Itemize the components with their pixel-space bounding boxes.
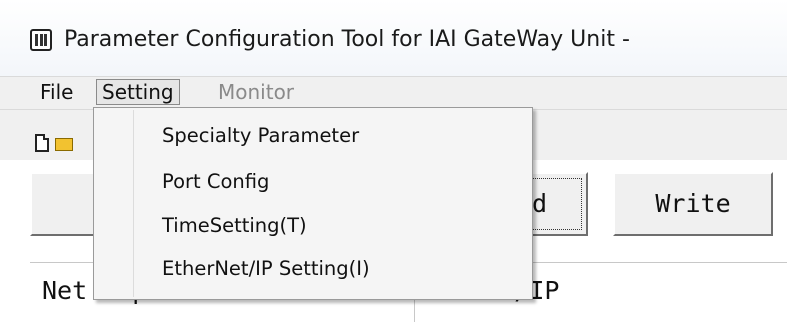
menu-item-ethernet-ip-setting[interactable]: EtherNet/IP Setting(I): [96, 247, 530, 291]
new-file-icon[interactable]: [35, 134, 49, 152]
open-folder-icon[interactable]: [55, 138, 73, 151]
read-button-label: d: [532, 189, 548, 218]
menu-bar: File Setting Monitor: [0, 76, 787, 110]
menu-item-specialty-parameter[interactable]: Specialty Parameter: [96, 114, 530, 158]
window-title: Parameter Configuration Tool for IAI Gat…: [64, 27, 630, 52]
write-button[interactable]: Write: [613, 172, 773, 236]
menu-setting[interactable]: Setting: [96, 79, 180, 105]
menu-monitor[interactable]: Monitor: [213, 79, 299, 105]
app-grid-icon: [30, 29, 52, 51]
menu-item-port-config[interactable]: Port Config: [96, 160, 530, 204]
title-bar: Parameter Configuration Tool for IAI Gat…: [0, 0, 787, 76]
menu-item-time-setting[interactable]: TimeSetting(T): [96, 204, 530, 248]
menu-file[interactable]: File: [35, 79, 78, 105]
setting-dropdown-menu: Specialty Parameter Port Config TimeSett…: [93, 107, 533, 300]
